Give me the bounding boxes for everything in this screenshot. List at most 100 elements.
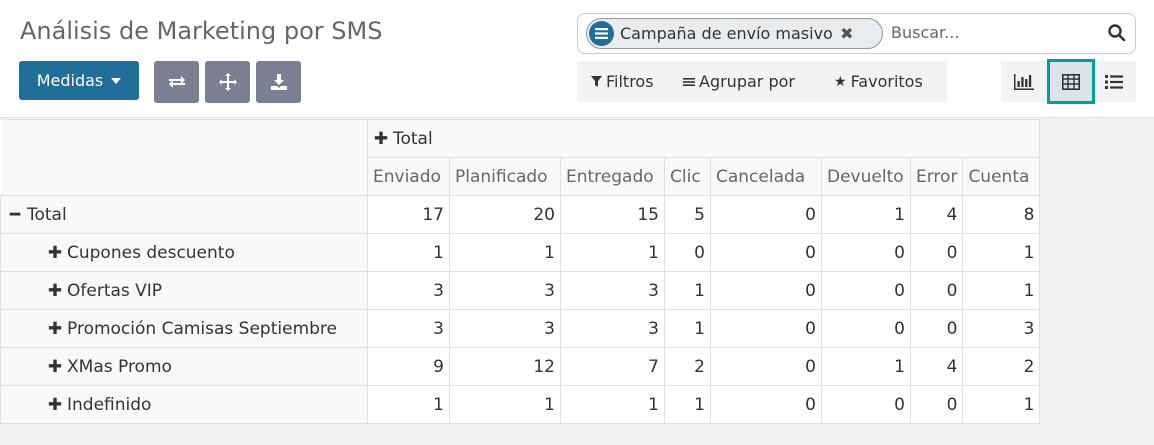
filter-icon [591,76,602,87]
table-row: ✚ Ofertas VIP 3 3 3 1 0 0 0 1 [0,271,1041,310]
plus-icon: ✚ [47,356,63,377]
table-row: ✚ Indefinido 1 1 1 1 0 0 0 1 [0,385,1041,424]
pivot-table: ✚ Total Enviado Planificado Entregado Cli… [0,119,1041,424]
total-cell[interactable]: 0 [710,195,822,234]
plus-icon: ✚ [47,280,63,301]
table-cell[interactable]: 1 [664,385,711,424]
total-cell[interactable]: 17 [367,195,450,234]
row-header[interactable]: ✚ Cupones descuento [0,233,368,272]
total-row-header[interactable]: ━ Total [0,195,368,234]
table-cell[interactable]: 12 [449,347,561,386]
table-cell[interactable]: 1 [962,271,1041,310]
table-cell[interactable]: 1 [962,233,1041,272]
filters-label: Filtros [606,72,654,91]
swap-axis-icon [168,76,185,88]
table-cell[interactable]: 0 [821,385,911,424]
group-by-icon [683,77,695,86]
measure-header[interactable]: Enviado [367,157,450,196]
table-cell[interactable]: 1 [821,347,911,386]
table-cell[interactable]: 0 [909,271,964,310]
measure-header[interactable]: Devuelto [821,157,911,196]
table-cell[interactable]: 4 [909,347,964,386]
table-cell[interactable]: 0 [909,385,964,424]
table-cell[interactable]: 1 [664,309,711,348]
pivot-corner [0,119,368,196]
table-cell[interactable]: 0 [710,385,822,424]
table-cell[interactable]: 1 [449,385,561,424]
row-header[interactable]: ✚ Ofertas VIP [0,271,368,310]
table-cell[interactable]: 0 [710,271,822,310]
total-label: Total [27,204,67,225]
total-cell[interactable]: 1 [821,195,911,234]
search-input[interactable] [891,23,1101,42]
table-cell[interactable]: 1 [664,271,711,310]
table-cell[interactable]: 0 [821,233,911,272]
measure-header[interactable]: Planificado [449,157,561,196]
plus-icon: ✚ [373,128,389,149]
filters-dropdown[interactable]: Filtros [591,72,654,91]
row-header[interactable]: ✚ Promoción Camisas Septiembre [0,309,368,348]
row-header[interactable]: ✚ XMas Promo [0,347,368,386]
table-cell[interactable]: 3 [962,309,1041,348]
table-cell[interactable]: 2 [664,347,711,386]
row-header[interactable]: ✚ Indefinido [0,385,368,424]
download-button[interactable] [256,61,301,103]
total-cell[interactable]: 20 [449,195,561,234]
table-cell[interactable]: 3 [449,309,561,348]
col-group-header[interactable]: ✚ Total [366,119,1041,158]
close-icon[interactable]: ✖ [839,24,855,43]
table-cell[interactable]: 1 [560,385,665,424]
download-icon [270,74,287,90]
table-cell[interactable]: 1 [367,233,450,272]
table-cell[interactable]: 1 [962,385,1041,424]
total-cell[interactable]: 15 [560,195,665,234]
expand-all-button[interactable] [205,61,250,103]
table-cell[interactable]: 9 [367,347,450,386]
table-cell[interactable]: 0 [821,309,911,348]
col-group-label: Total [393,128,433,149]
table-cell[interactable]: 0 [821,271,911,310]
table-cell[interactable]: 0 [909,309,964,348]
table-cell[interactable]: 0 [664,233,711,272]
list-view-button[interactable] [1091,61,1136,102]
total-cell[interactable]: 8 [962,195,1041,234]
total-cell[interactable]: 4 [909,195,964,234]
graph-view-icon [1013,73,1034,90]
measures-label: Medidas [36,71,104,90]
group-by-label: Agrupar por [699,72,795,91]
table-cell[interactable]: 3 [367,271,450,310]
measure-header[interactable]: Cuenta [962,157,1041,196]
table-cell[interactable]: 7 [560,347,665,386]
table-cell[interactable]: 1 [560,233,665,272]
table-cell[interactable]: 1 [367,385,450,424]
table-cell[interactable]: 0 [909,233,964,272]
measure-header[interactable]: Clic [664,157,711,196]
row-label: Promoción Camisas Septiembre [67,318,337,339]
total-cell[interactable]: 5 [664,195,711,234]
table-cell[interactable]: 3 [449,271,561,310]
search-facet[interactable]: Campaña de envío masivo ✖ [586,18,883,49]
measure-header[interactable]: Cancelada [710,157,822,196]
group-by-dropdown[interactable]: Agrupar por [683,72,795,91]
pivot-view-button[interactable] [1047,59,1095,104]
table-cell[interactable]: 3 [560,271,665,310]
favorites-dropdown[interactable]: ★ Favoritos [834,72,923,91]
table-cell[interactable]: 3 [560,309,665,348]
measures-button[interactable]: Medidas [19,61,139,100]
table-cell[interactable]: 0 [710,309,822,348]
favorites-label: Favoritos [850,72,923,91]
table-cell[interactable]: 2 [962,347,1041,386]
table-cell[interactable]: 0 [710,347,822,386]
search-icon[interactable] [1107,23,1127,43]
graph-view-button[interactable] [1001,61,1046,102]
measure-header[interactable]: Entregado [560,157,665,196]
table-row: ✚ XMas Promo 9 12 7 2 0 1 4 2 [0,347,1041,386]
measure-header[interactable]: Error [909,157,964,196]
table-cell[interactable]: 1 [449,233,561,272]
table-row: ✚ Cupones descuento 1 1 1 0 0 0 0 1 [0,233,1041,272]
table-cell[interactable]: 0 [710,233,822,272]
flip-axis-button[interactable] [154,61,199,103]
table-cell[interactable]: 3 [367,309,450,348]
search-bar: Campaña de envío masivo ✖ [577,13,1136,54]
star-icon: ★ [834,73,847,90]
